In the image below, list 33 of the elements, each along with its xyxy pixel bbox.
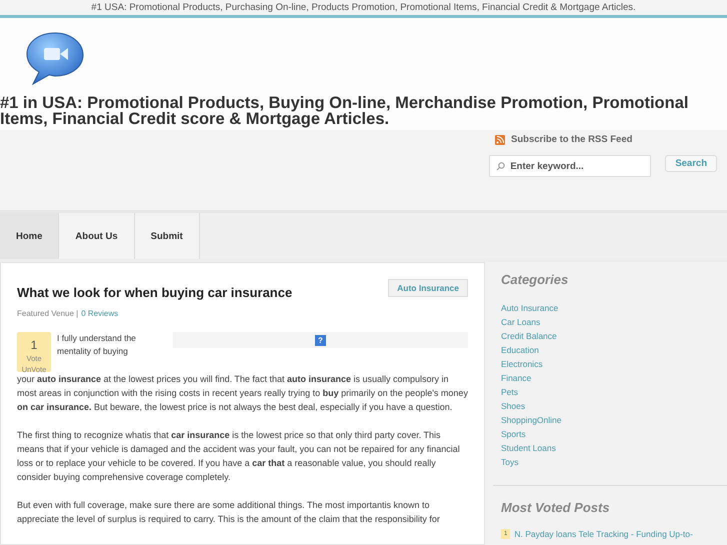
category-link[interactable]: Toys [501,455,727,469]
category-link[interactable]: Electronics [501,357,727,371]
post-meta: Featured Venue | [17,309,78,318]
category-link[interactable]: Education [501,343,727,357]
rss-link[interactable]: Subscribe to the RSS Feed [511,134,632,145]
category-link[interactable]: Pets [501,385,727,399]
post-paragraph: your auto insurance at the lowest prices you will find. The fact that auto insurance is usually compulsory in most areas in conjunction with the rising costs in recent years really trying to buy primarily on the people's money on car insurance. But beware, the lowest price is not always the best deal, especially if you have a question. [17,374,468,412]
ad-icon: ? [315,334,326,346]
post-title: What we look for when buying car insurance [17,285,292,300]
search-button[interactable]: Search [665,155,717,172]
post-link[interactable]: N. Payday loans Tele Tracking - Funding Up-to- [514,529,693,539]
search-field[interactable]: Enter keyword... [489,155,652,177]
nav-tab[interactable]: Home [0,213,60,259]
post-paragraph: The first thing to recognize whatis that car insurance is the lowest price so that only third party cover. This means that if your vehicle is damaged and the accident was your fault, you can not be repaired for any financial loss or to replace your vehicle to be covered. If you have a car that a reasonable value, you should really consider buying comprehensive coverage completely. [17,430,460,482]
category-link[interactable]: Credit Balance [501,329,727,343]
category-link[interactable]: ShoppingOnline [501,413,727,427]
most-voted-heading: Most Voted Posts [501,500,611,515]
reviews-link[interactable]: 0 Reviews [81,309,118,318]
rss-icon [495,134,505,144]
tagline: #1 USA: Promotional Products, Purchasing On-line, Products Promotion, Promotional Items, Financial Credit & Mortgage Articles. [91,2,636,13]
search-icon [496,162,506,171]
category-link[interactable]: Auto Insurance [501,301,727,315]
post-paragraph: But even with full coverage, make sure there are some additional things. The most importantis known to appreciate the level of surplus is required to carry. This is the amount of the claim that the responsibility for [17,500,440,524]
post-intro: I fully understand the mentality of buying [57,332,137,358]
site-title: #1 in USA: Promotional Products, Buying On-line, Merchandise Promotion, Promotional Items, Financial Credit score & Mortgage Articles. [0,95,690,127]
vote-count: 1 [30,338,38,352]
categories-heading: Categories [501,272,570,287]
category-link[interactable]: Car Loans [501,315,727,329]
category-link[interactable]: Shoes [501,399,727,413]
category-link[interactable]: Student Loans [501,441,727,455]
category-link[interactable]: Finance [501,371,727,385]
category-tag[interactable]: Auto Insurance [388,279,468,297]
category-link[interactable]: Sports [501,427,727,441]
